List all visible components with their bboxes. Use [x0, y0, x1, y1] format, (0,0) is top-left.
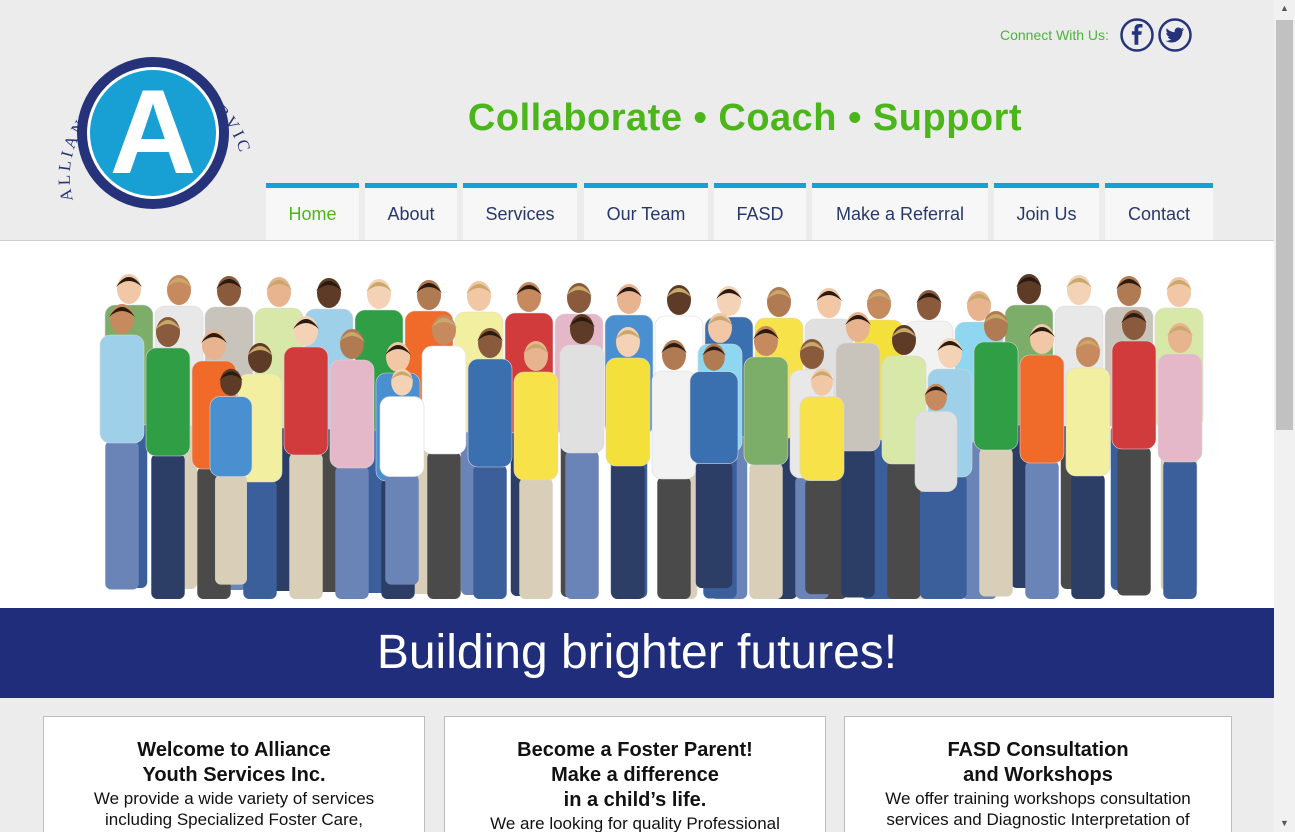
nav-item-join-us[interactable]: Join Us	[994, 183, 1099, 240]
card-title-line: in a child’s life.	[563, 789, 707, 811]
card-welcome[interactable]: Welcome to Alliance Youth Services Inc. …	[43, 716, 425, 832]
hero-banner: Building brighter futures!	[0, 608, 1274, 698]
card-title-line: Youth Services Inc.	[142, 764, 326, 786]
scroll-down-arrow-icon[interactable]: ▼	[1274, 815, 1295, 832]
card-body: We are looking for quality Professional	[445, 813, 825, 832]
nav-item-contact[interactable]: Contact	[1105, 183, 1213, 240]
connect-label: Connect With Us:	[1000, 27, 1109, 43]
card-title-line: Become a Foster Parent!	[517, 739, 753, 761]
card-title-line: Welcome to Alliance	[137, 739, 331, 761]
site-tagline: Collaborate • Coach • Support	[467, 97, 1023, 139]
hero-group-photo	[77, 247, 1204, 602]
nav-item-services[interactable]: Services	[463, 183, 577, 240]
card-body: We provide a wide variety of services in…	[44, 788, 424, 830]
nav-item-about[interactable]: About	[365, 183, 457, 240]
card-title-line: FASD Consultation	[947, 739, 1129, 761]
card-body-line: We are looking for quality Professional	[490, 814, 780, 832]
site-header: ALLIANCE YOUTH SERVICES Inc. A Connect W…	[0, 0, 1274, 241]
card-title: FASD Consultation and Workshops	[845, 738, 1231, 788]
nav-item-make-a-referral[interactable]: Make a Referral	[812, 183, 988, 240]
card-body-line: including Specialized Foster Care,	[105, 810, 363, 829]
vertical-scrollbar[interactable]: ▲ ▼	[1274, 0, 1295, 832]
scrollbar-thumb[interactable]	[1276, 20, 1293, 430]
card-title-line: Make a difference	[551, 764, 719, 786]
hero-image	[0, 241, 1274, 608]
card-title-line: and Workshops	[963, 764, 1113, 786]
card-body-line: We provide a wide variety of services	[93, 789, 375, 808]
nav-item-home[interactable]: Home	[266, 183, 359, 240]
scroll-up-arrow-icon[interactable]: ▲	[1274, 0, 1295, 17]
card-body: We offer training workshops consultation…	[845, 788, 1231, 830]
card-title: Welcome to Alliance Youth Services Inc.	[44, 738, 424, 788]
nav-item-fasd[interactable]: FASD	[714, 183, 806, 240]
card-title: Become a Foster Parent! Make a differenc…	[445, 738, 825, 813]
card-foster-parent[interactable]: Become a Foster Parent! Make a differenc…	[444, 716, 826, 832]
twitter-icon[interactable]	[1158, 18, 1192, 52]
nav-item-our-team[interactable]: Our Team	[584, 183, 708, 240]
card-fasd[interactable]: FASD Consultation and Workshops We offer…	[844, 716, 1232, 832]
feature-cards: Welcome to Alliance Youth Services Inc. …	[0, 698, 1274, 832]
card-body-line: We offer training workshops consultation	[885, 789, 1191, 808]
page: ALLIANCE YOUTH SERVICES Inc. A Connect W…	[0, 0, 1274, 832]
card-body-line: services and Diagnostic Interpretation o…	[886, 810, 1190, 829]
facebook-icon[interactable]	[1120, 18, 1154, 52]
